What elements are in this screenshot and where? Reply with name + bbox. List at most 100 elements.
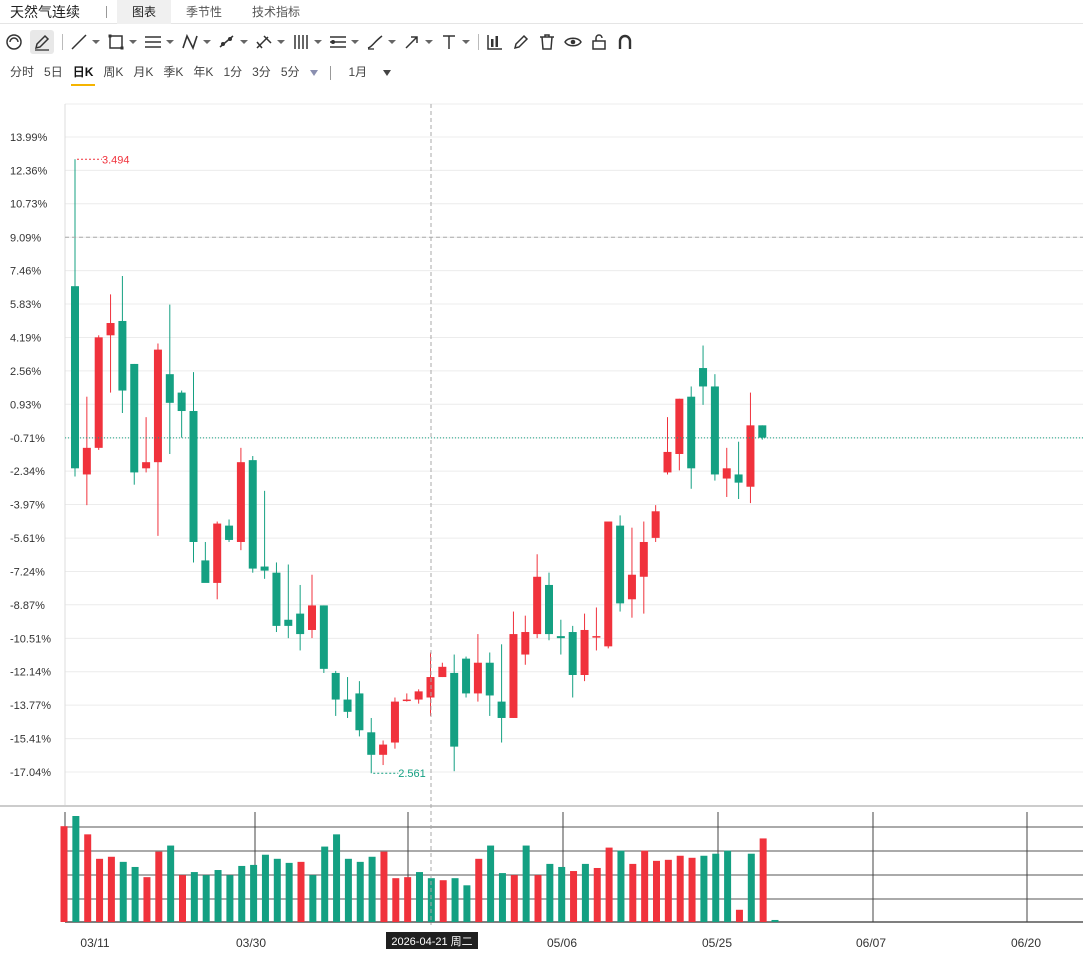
candle-body — [118, 320, 127, 391]
y-tick-label: -8.87% — [10, 600, 45, 612]
y-tick-label: 9.09% — [10, 232, 41, 244]
y-tick-label: -12.14% — [10, 667, 51, 679]
candle — [509, 611, 518, 718]
candle-body — [758, 425, 767, 438]
volume-bar — [344, 858, 352, 922]
candle — [521, 615, 530, 665]
volume-bar — [629, 863, 637, 922]
candle-body — [402, 699, 411, 702]
candle — [675, 398, 684, 471]
volume-bar — [380, 851, 388, 922]
volume-bar — [747, 853, 755, 922]
candle — [722, 447, 731, 497]
y-tick-label: -5.61% — [10, 533, 45, 545]
candle-body — [699, 368, 708, 387]
candle-body — [639, 541, 648, 577]
volume-bar — [534, 875, 542, 922]
candle-body — [568, 632, 577, 676]
candle — [402, 693, 411, 702]
x-tick-label: 03/11 — [80, 936, 109, 950]
candle — [153, 343, 162, 536]
y-tick-label: -10.51% — [10, 633, 51, 645]
candle-body — [627, 574, 636, 600]
candle — [118, 275, 127, 414]
volume-bar — [475, 858, 483, 922]
volume-bar — [60, 826, 68, 922]
candle-body — [509, 634, 518, 718]
volume-bar — [593, 867, 601, 922]
x-tick-label: 05/25 — [702, 936, 732, 950]
volume-bar — [155, 851, 163, 922]
candle-body — [153, 349, 162, 463]
candle — [438, 662, 447, 678]
candle-body — [82, 447, 91, 475]
candle — [699, 345, 708, 405]
candle — [734, 441, 743, 500]
volume-bar — [416, 872, 423, 922]
volume-bar — [605, 847, 613, 922]
volume-bar — [570, 871, 578, 922]
y-tick-label: -2.34% — [10, 466, 45, 478]
candle-body — [545, 584, 553, 635]
candle — [331, 670, 340, 716]
y-tick-label: -15.41% — [10, 734, 51, 746]
candle — [130, 363, 139, 485]
candle-body — [355, 693, 364, 731]
candle-body — [379, 744, 388, 755]
y-tick-label: -7.24% — [10, 566, 45, 578]
candle-body — [308, 605, 316, 630]
candle — [390, 697, 399, 749]
candle — [177, 390, 186, 438]
candle-body — [592, 636, 601, 638]
candle — [651, 505, 660, 542]
volume-bar — [498, 873, 506, 922]
candle-body — [497, 701, 506, 718]
y-tick-label: 5.83% — [10, 299, 41, 311]
volume-bar — [321, 846, 329, 922]
candle — [497, 644, 506, 743]
max-price-label: 3.494 — [102, 154, 130, 166]
volume-bar — [522, 845, 530, 922]
volume-bar — [653, 860, 660, 922]
candle — [142, 417, 151, 473]
volume-bar — [261, 854, 269, 922]
candle-body — [248, 460, 257, 569]
volume-bar — [404, 877, 412, 922]
volume-bar — [107, 856, 115, 922]
candle — [473, 634, 482, 702]
volume-bar — [238, 865, 246, 922]
candle — [165, 304, 174, 454]
candle — [604, 521, 613, 649]
volume-bar — [202, 875, 210, 922]
volume-bar — [771, 919, 779, 922]
candle-body — [71, 286, 79, 469]
candle-body — [225, 525, 234, 540]
candle — [568, 625, 577, 698]
y-tick-label: 4.19% — [10, 333, 41, 345]
candle-body — [651, 511, 660, 538]
grid-layer — [0, 103, 1083, 923]
candle-body — [450, 672, 459, 747]
candle — [592, 607, 601, 651]
candle-body — [213, 523, 222, 583]
candle-body — [438, 666, 447, 678]
candle — [545, 572, 553, 641]
y-tick-label: -0.71% — [10, 433, 45, 445]
candle — [213, 521, 222, 600]
y-tick-label: 10.73% — [10, 199, 48, 211]
candle-body — [367, 732, 376, 755]
volume-bar — [285, 862, 293, 922]
volume-bar — [167, 845, 175, 922]
chart-area[interactable]: 13.99% 12.36% 10.73% 9.09% 7.46% 5.83% 4.19% 2.… — [0, 0, 1083, 967]
candle — [746, 392, 755, 504]
candle — [687, 386, 696, 489]
candle — [485, 652, 494, 716]
candle-body — [473, 662, 482, 694]
candle-body — [390, 701, 399, 743]
volume-bar — [463, 885, 471, 922]
y-tick-label: 0.93% — [10, 399, 41, 411]
candle-body — [260, 566, 269, 571]
candle-body — [663, 451, 672, 473]
volume-bar — [96, 858, 104, 922]
candle — [414, 689, 423, 704]
